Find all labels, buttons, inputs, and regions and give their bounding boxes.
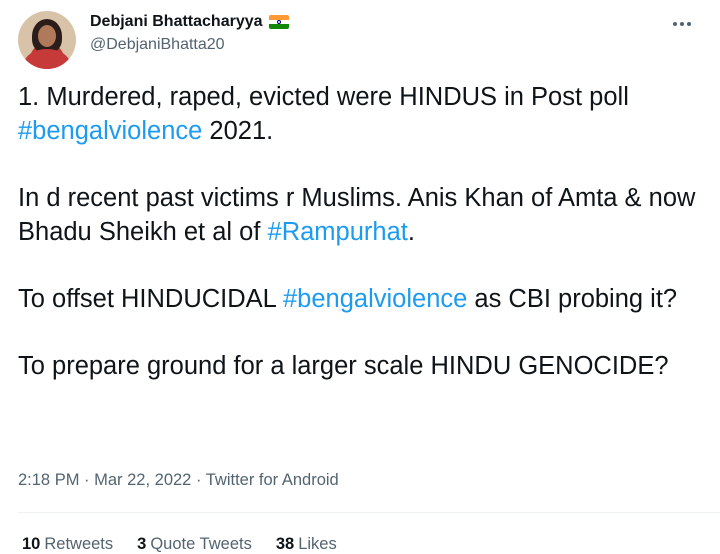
tweet-header: Debjani Bhattacharyya @DebjaniBhatta20 xyxy=(18,6,702,69)
tweet-text: 1. Murdered, raped, evicted were HINDUS … xyxy=(18,80,702,383)
tweet-text-segment: To prepare ground for a larger scale HIN… xyxy=(18,352,669,380)
tweet-source[interactable]: Twitter for Android xyxy=(206,471,339,489)
avatar-face xyxy=(38,25,56,47)
india-flag-icon xyxy=(268,15,289,29)
tweet-date[interactable]: Mar 22, 2022 xyxy=(94,471,191,489)
divider xyxy=(18,512,720,513)
quote-tweets-stat[interactable]: 3 Quote Tweets xyxy=(137,533,252,554)
tweet-text-segment: 1. Murdered, raped, evicted were HINDUS … xyxy=(18,83,629,111)
tweet-text-segment: 2021. xyxy=(202,117,274,145)
tweet-text-segment: as CBI probing it? xyxy=(467,285,678,313)
meta-separator: · xyxy=(191,471,206,489)
likes-stat[interactable]: 38 Likes xyxy=(276,533,337,554)
retweets-stat[interactable]: 10 Retweets xyxy=(22,533,113,554)
tweet-text-segment: . xyxy=(407,218,415,246)
tweet-paragraph-2: In d recent past victims r Muslims. Anis… xyxy=(18,181,702,249)
tweet-paragraph-1: 1. Murdered, raped, evicted were HINDUS … xyxy=(18,80,702,148)
more-options-icon[interactable] xyxy=(670,12,694,36)
retweets-label: Retweets xyxy=(44,535,114,553)
tweet-text-segment: To offset HINDUCIDAL xyxy=(18,285,283,313)
tweet-paragraph-4: To prepare ground for a larger scale HIN… xyxy=(18,349,702,383)
meta-separator: · xyxy=(79,471,95,489)
hashtag-link[interactable]: #bengalviolence xyxy=(283,285,467,313)
tweet-time[interactable]: 2:18 PM xyxy=(18,471,79,489)
author-display-name[interactable]: Debjani Bhattacharyya xyxy=(90,12,263,32)
author-handle[interactable]: @DebjaniBhatta20 xyxy=(90,34,289,56)
author-names: Debjani Bhattacharyya @DebjaniBhatta20 xyxy=(90,12,289,56)
tweet-paragraph-3: To offset HINDUCIDAL #bengalviolence as … xyxy=(18,282,702,316)
quote-tweets-count: 3 xyxy=(137,535,147,553)
tweet-meta: 2:18 PM · Mar 22, 2022 · Twitter for And… xyxy=(18,469,339,491)
retweets-count: 10 xyxy=(22,535,41,553)
hashtag-link[interactable]: #bengalviolence xyxy=(18,117,202,145)
tweet-stats: 10 Retweets 3 Quote Tweets 38 Likes xyxy=(22,533,337,554)
avatar[interactable] xyxy=(18,11,76,69)
author-display-name-row[interactable]: Debjani Bhattacharyya xyxy=(90,12,289,32)
quote-tweets-label: Quote Tweets xyxy=(150,535,252,553)
likes-label: Likes xyxy=(298,535,337,553)
avatar-body xyxy=(24,49,70,69)
likes-count: 38 xyxy=(275,535,295,553)
tweet-card: Debjani Bhattacharyya @DebjaniBhatta20 1… xyxy=(0,0,720,554)
hashtag-link[interactable]: #Rampurhat xyxy=(268,218,408,246)
